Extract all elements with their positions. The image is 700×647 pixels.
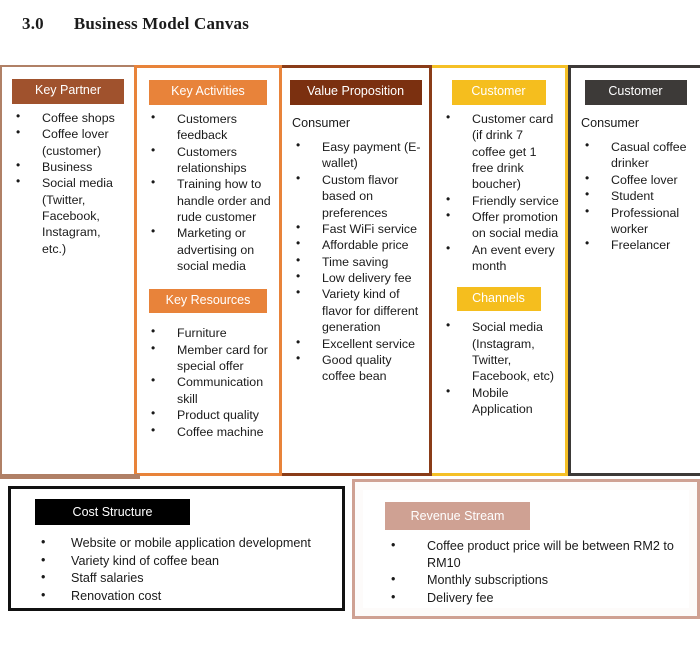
canvas-top-band: Key Partner Coffee shops Coffee lover (c…	[0, 65, 700, 476]
customer-segments-header: Customer	[584, 80, 687, 105]
customer-relationships-header: Customer	[451, 80, 546, 105]
list-item: Marketing or advertising on social media	[147, 224, 273, 274]
value-proposition-list: Easy payment (E-wallet) Custom flavor ba…	[282, 138, 429, 385]
list-item: Business	[12, 158, 128, 175]
customer-segments-intro: Consumer	[581, 115, 640, 130]
list-item: Product quality	[147, 406, 273, 423]
list-item: Professional worker	[581, 204, 694, 238]
list-item: Coffee product price will be between RM2…	[385, 537, 679, 571]
list-item: Affordable price	[292, 236, 423, 253]
list-item: Time saving	[292, 253, 423, 270]
list-item: Student	[581, 187, 694, 204]
channels-list: Social media (Instagram, Twitter, Facebo…	[432, 318, 565, 418]
key-activities-header: Key Activities	[149, 80, 267, 105]
value-proposition-intro: Consumer	[292, 115, 351, 130]
list-item: Variety kind of flavor for different gen…	[292, 285, 423, 335]
block-value-proposition: Value Proposition Consumer Easy payment …	[282, 65, 432, 476]
list-item: Mobile Application	[442, 384, 559, 418]
revenue-stream-header: Revenue Stream	[385, 502, 530, 530]
list-item: Custom flavor based on preferences	[292, 171, 423, 221]
list-item: Low delivery fee	[292, 269, 423, 286]
list-item: Social media (Twitter, Facebook, Instagr…	[12, 174, 128, 257]
list-item: Coffee shops	[12, 109, 128, 126]
list-item: Easy payment (E-wallet)	[292, 138, 423, 172]
customer-segments-list: Casual coffee drinker Coffee lover Stude…	[571, 138, 700, 254]
list-item: Freelancer	[581, 236, 694, 253]
list-item: Social media (Instagram, Twitter, Facebo…	[442, 318, 559, 385]
customer-relationships-list: Customer card (if drink 7 coffee get 1 f…	[432, 110, 565, 275]
list-item: Fast WiFi service	[292, 220, 423, 237]
list-item: Friendly service	[442, 192, 559, 209]
list-item: Coffee machine	[147, 422, 273, 440]
list-item: Communication skill	[147, 373, 273, 407]
block-customer-segments: Customer Consumer Casual coffee drinker …	[568, 65, 700, 476]
block-cost-structure: Cost Structure Website or mobile applica…	[8, 486, 345, 611]
list-item: Monthly subscriptions	[385, 571, 679, 589]
list-item: Casual coffee drinker	[581, 138, 694, 172]
key-resources-list: Furniture Member card for special offer …	[137, 324, 279, 440]
list-item: Good quality coffee bean	[292, 351, 423, 385]
list-item: An event every month	[442, 241, 559, 275]
list-item: Offer promotion on social media	[442, 208, 559, 242]
canvas-bottom-band: Cost Structure Website or mobile applica…	[0, 477, 700, 627]
revenue-stream-list: Coffee product price will be between RM2…	[363, 537, 689, 607]
block-key-partner: Key Partner Coffee shops Coffee lover (c…	[0, 65, 134, 476]
cost-structure-list: Website or mobile application developmen…	[11, 534, 342, 605]
block-key-activities: Key Activities Customers feedback Custom…	[134, 65, 282, 476]
list-item: Customer card (if drink 7 coffee get 1 f…	[442, 110, 559, 193]
list-item: Member card for special offer	[147, 341, 273, 375]
list-item: Delivery fee	[385, 589, 679, 607]
key-activities-list: Customers feedback Customers relationshi…	[137, 110, 279, 275]
list-item: Customers feedback	[147, 110, 273, 144]
page-title: 3.0 Business Model Canvas	[0, 14, 700, 34]
block-revenue-stream: Revenue Stream Coffee product price will…	[352, 479, 700, 619]
list-item: Coffee lover (customer)	[12, 125, 128, 159]
page-title-text: Business Model Canvas	[73, 14, 250, 33]
key-partner-header: Key Partner	[12, 79, 124, 104]
cost-structure-header: Cost Structure	[35, 499, 190, 525]
page-title-number: 3.0	[22, 14, 44, 33]
list-item: Renovation cost	[35, 587, 332, 605]
list-item: Website or mobile application developmen…	[35, 534, 332, 552]
list-item: Excellent service	[292, 335, 423, 352]
key-resources-header: Key Resources	[149, 288, 267, 314]
value-proposition-header: Value Proposition	[289, 80, 422, 105]
list-item: Training how to handle order and rude cu…	[147, 175, 273, 225]
list-item: Furniture	[147, 324, 273, 341]
list-item: Variety kind of coffee bean	[35, 552, 332, 570]
list-item: Customers relationships	[147, 143, 273, 177]
block-customer-relationships: Customer Customer card (if drink 7 coffe…	[432, 65, 568, 476]
list-item: Staff salaries	[35, 569, 332, 587]
list-item: Coffee lover	[581, 171, 694, 188]
channels-header: Channels	[456, 286, 541, 312]
key-partner-list: Coffee shops Coffee lover (customer) Bus…	[2, 109, 134, 257]
